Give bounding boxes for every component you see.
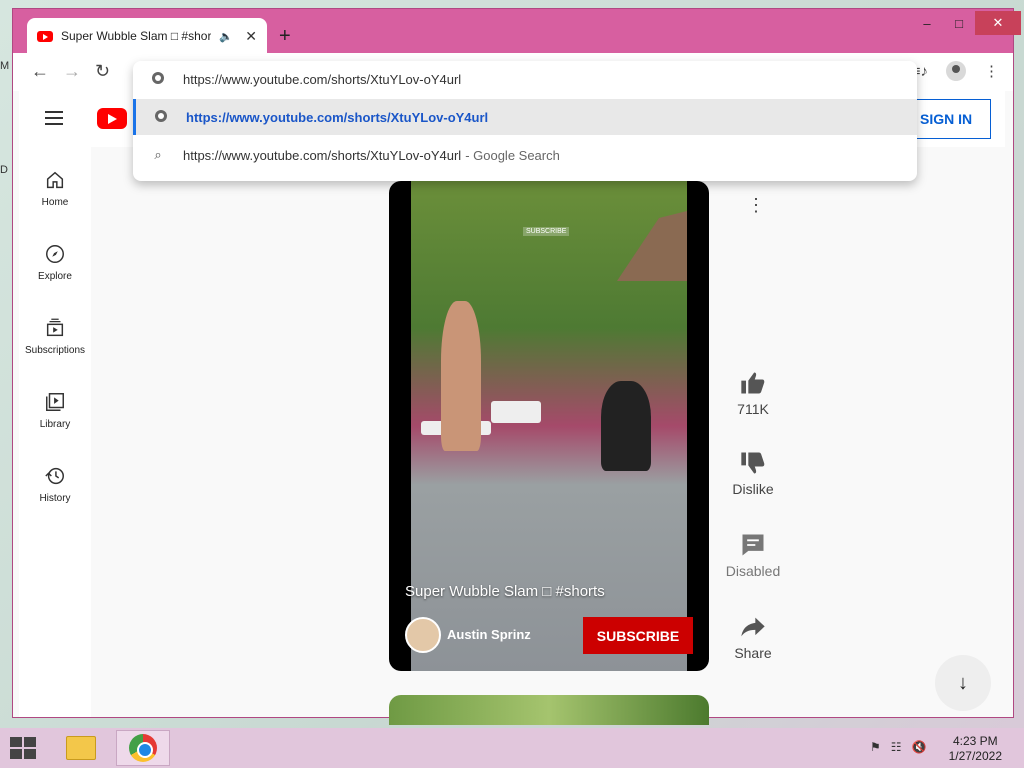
back-button[interactable]: ← <box>31 61 49 82</box>
comment-icon <box>742 534 764 556</box>
short-title[interactable]: Super Wubble Slam □ #shorts <box>405 583 605 600</box>
omnibox-suggestion-search[interactable]: ⌕ https://www.youtube.com/shorts/XtuYLov… <box>133 137 917 173</box>
video-person <box>441 301 481 451</box>
hamburger-menu-icon[interactable] <box>45 111 63 129</box>
taskbar: ⚑ ☷ 🔇 4:23 PM 1/27/2022 <box>0 728 1024 768</box>
volume-muted-icon[interactable]: 🔇 <box>912 740 927 754</box>
sign-in-label: SIGN IN <box>920 111 973 127</box>
video-watermark: SUBSCRIBE <box>523 227 570 236</box>
speaker-icon[interactable]: 🔈 <box>219 30 233 43</box>
youtube-favicon-icon <box>37 30 53 42</box>
maximize-button[interactable]: □ <box>943 11 975 35</box>
forward-button[interactable]: → <box>63 61 81 82</box>
toolbar-right: ≡♪ ⋮ <box>912 61 999 81</box>
youtube-page: SIGN IN Home Explore Subscriptions Libra… <box>13 91 1013 725</box>
dislike-label: Dislike <box>732 481 774 497</box>
tab-title: Super Wubble Slam □ #shorts <box>61 29 211 43</box>
chrome-icon <box>129 734 157 762</box>
start-button[interactable] <box>10 737 38 759</box>
new-tab-button[interactable]: + <box>279 25 291 48</box>
comments-label: Disabled <box>725 563 781 579</box>
omnibox-dropdown: https://www.youtube.com/shorts/XtuYLov-o… <box>133 61 917 181</box>
channel-avatar[interactable] <box>405 617 441 653</box>
browser-window: Super Wubble Slam □ #shorts 🔈 ✕ + – □ ✕ … <box>12 8 1021 725</box>
share-button[interactable]: Share <box>721 613 785 661</box>
minimize-button[interactable]: – <box>911 11 943 35</box>
suggestion-text: https://www.youtube.com/shorts/XtuYLov-o… <box>186 109 489 125</box>
compass-icon <box>46 245 64 263</box>
window-controls: – □ ✕ <box>911 11 1021 35</box>
sidebar-item-label: History <box>39 493 71 504</box>
sidebar-item-home[interactable]: Home <box>19 169 91 208</box>
taskbar-file-explorer[interactable] <box>54 730 108 766</box>
folder-icon <box>66 736 96 760</box>
globe-icon <box>152 71 164 84</box>
comments-button[interactable]: Disabled <box>721 531 785 579</box>
subscriptions-icon <box>46 318 64 337</box>
omnibox-suggestion-url[interactable]: https://www.youtube.com/shorts/XtuYLov-o… <box>133 99 917 135</box>
chrome-menu-button[interactable]: ⋮ <box>984 62 999 80</box>
network-icon[interactable]: ☷ <box>891 740 902 754</box>
globe-icon <box>155 109 167 122</box>
sidebar-item-label: Library <box>39 419 71 430</box>
address-input[interactable]: https://www.youtube.com/shorts/XtuYLov-o… <box>183 72 461 87</box>
taskbar-chrome[interactable] <box>116 730 170 766</box>
clock[interactable]: 4:23 PM 1/27/2022 <box>949 734 1002 764</box>
search-icon: ⌕ <box>154 147 162 162</box>
sidebar-item-label: Home <box>41 197 69 208</box>
sidebar-item-history[interactable]: History <box>19 465 91 504</box>
short-player[interactable]: SUBSCRIBE Super Wubble Slam □ #shorts Au… <box>389 181 709 671</box>
channel-name[interactable]: Austin Sprinz <box>447 627 531 642</box>
video-scenery <box>491 401 541 423</box>
address-bar[interactable]: https://www.youtube.com/shorts/XtuYLov-o… <box>133 61 917 97</box>
window-close-button[interactable]: ✕ <box>975 11 1021 35</box>
reload-button[interactable]: ↻ <box>95 61 110 82</box>
sidebar-item-explore[interactable]: Explore <box>19 243 91 282</box>
more-options-icon[interactable]: ⋮ <box>747 195 765 216</box>
profile-icon[interactable] <box>946 61 966 81</box>
clock-date: 1/27/2022 <box>948 749 1002 763</box>
sidebar-item-library[interactable]: Library <box>19 391 91 430</box>
suggestion-text: https://www.youtube.com/shorts/XtuYLov-o… <box>183 147 462 163</box>
sidebar-item-subscriptions[interactable]: Subscriptions <box>19 317 91 356</box>
video-scenery <box>617 211 687 281</box>
like-button[interactable]: 711K <box>721 369 785 417</box>
suggestion-suffix: - Google Search <box>465 147 560 163</box>
tab-close-button[interactable]: ✕ <box>245 28 257 45</box>
tab-strip: Super Wubble Slam □ #shorts 🔈 ✕ + – □ ✕ <box>13 9 1021 54</box>
sidebar-item-label: Explore <box>38 271 72 282</box>
desktop-icon-label: D <box>0 164 8 176</box>
history-icon <box>45 467 64 485</box>
like-count: 711K <box>737 401 769 417</box>
next-short-preview[interactable] <box>389 695 709 725</box>
action-center-flag-icon[interactable]: ⚑ <box>870 740 881 754</box>
video-person <box>601 381 651 471</box>
home-icon <box>46 171 64 189</box>
thumbs-up-icon <box>741 372 765 394</box>
share-icon <box>741 617 765 637</box>
share-label: Share <box>734 645 772 661</box>
thumbs-down-icon <box>741 452 765 474</box>
sidebar-item-label: Subscriptions <box>24 345 86 356</box>
tab-youtube[interactable]: Super Wubble Slam □ #shorts 🔈 ✕ <box>27 18 267 54</box>
dislike-button[interactable]: Dislike <box>721 449 785 497</box>
subscribe-button[interactable]: SUBSCRIBE <box>583 617 693 654</box>
scroll-down-button[interactable]: ↓ <box>935 655 991 711</box>
clock-time: 4:23 PM <box>952 734 998 748</box>
desktop-icon-label: M <box>0 60 10 72</box>
library-icon <box>46 393 64 411</box>
youtube-logo[interactable] <box>97 108 127 129</box>
system-tray: ⚑ ☷ 🔇 <box>870 740 926 754</box>
